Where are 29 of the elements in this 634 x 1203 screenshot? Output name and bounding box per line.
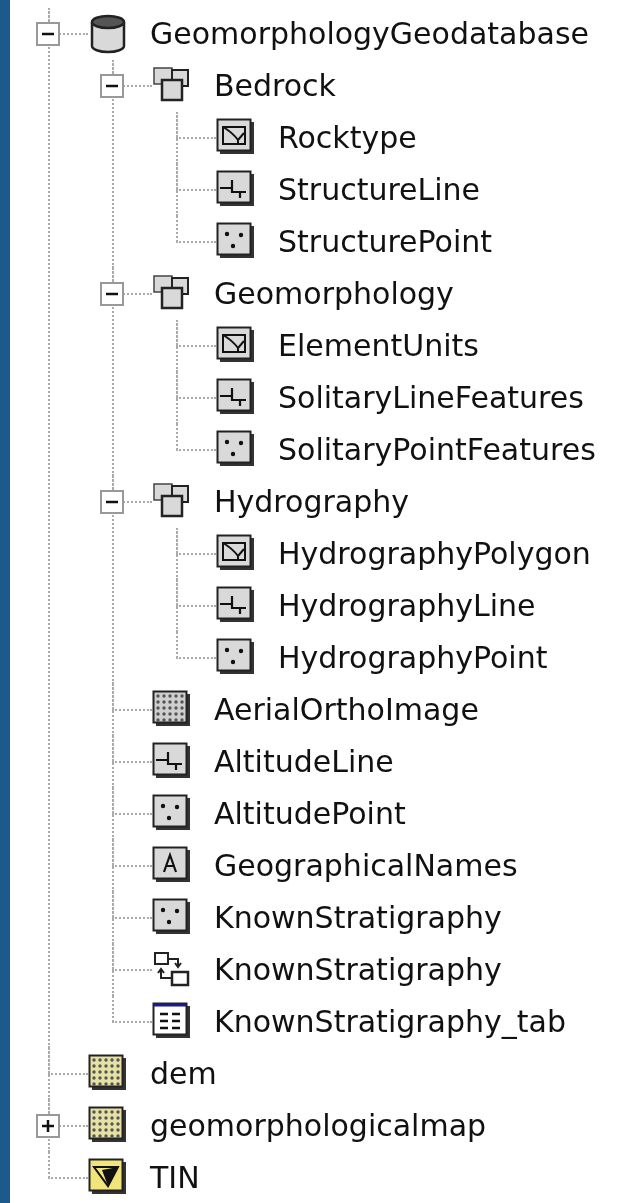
tree-item-label[interactable]: KnownStratigraphy: [214, 903, 502, 933]
tree-item-label[interactable]: StructureLine: [278, 175, 481, 205]
tree-item-label[interactable]: Bedrock: [214, 71, 336, 101]
tree-item-label[interactable]: ElementUnits: [278, 331, 479, 361]
tree-item-label[interactable]: Geomorphology: [214, 279, 454, 309]
tree-item-label[interactable]: HydrographyPolygon: [278, 539, 591, 569]
tree-item-label[interactable]: AltitudeLine: [214, 747, 394, 777]
collapse-icon[interactable]: [36, 22, 60, 46]
tree-item-label[interactable]: Rocktype: [278, 123, 417, 153]
collapse-icon[interactable]: [100, 74, 124, 98]
tree-item-label[interactable]: SolitaryPointFeatures: [278, 435, 596, 465]
tree-item-label[interactable]: HydrographyLine: [278, 591, 536, 621]
tree-item-label[interactable]: dem: [150, 1059, 217, 1089]
expand-icon[interactable]: [36, 1114, 60, 1138]
tree-item-label[interactable]: AerialOrthoImage: [214, 695, 479, 725]
collapse-icon[interactable]: [100, 282, 124, 306]
tree-item-label[interactable]: TIN: [150, 1163, 200, 1193]
tree-item-label[interactable]: geomorphologicalmap: [150, 1111, 487, 1141]
tree-item-label[interactable]: AltitudePoint: [214, 799, 406, 829]
tree-item-label[interactable]: GeomorphologyGeodatabase: [150, 19, 589, 49]
tree-item-label[interactable]: StructurePoint: [278, 227, 493, 257]
collapse-icon[interactable]: [100, 490, 124, 514]
tree-item-label[interactable]: HydrographyPoint: [278, 643, 548, 673]
tree-item-label[interactable]: Hydrography: [214, 487, 409, 517]
tree-item-label[interactable]: GeographicalNames: [214, 851, 518, 881]
tree-item-label[interactable]: KnownStratigraphy: [214, 955, 502, 985]
tree-item-label[interactable]: SolitaryLineFeatures: [278, 383, 584, 413]
tree-item-label[interactable]: KnownStratigraphy_tab: [214, 1007, 566, 1037]
database-icon: [88, 14, 128, 54]
